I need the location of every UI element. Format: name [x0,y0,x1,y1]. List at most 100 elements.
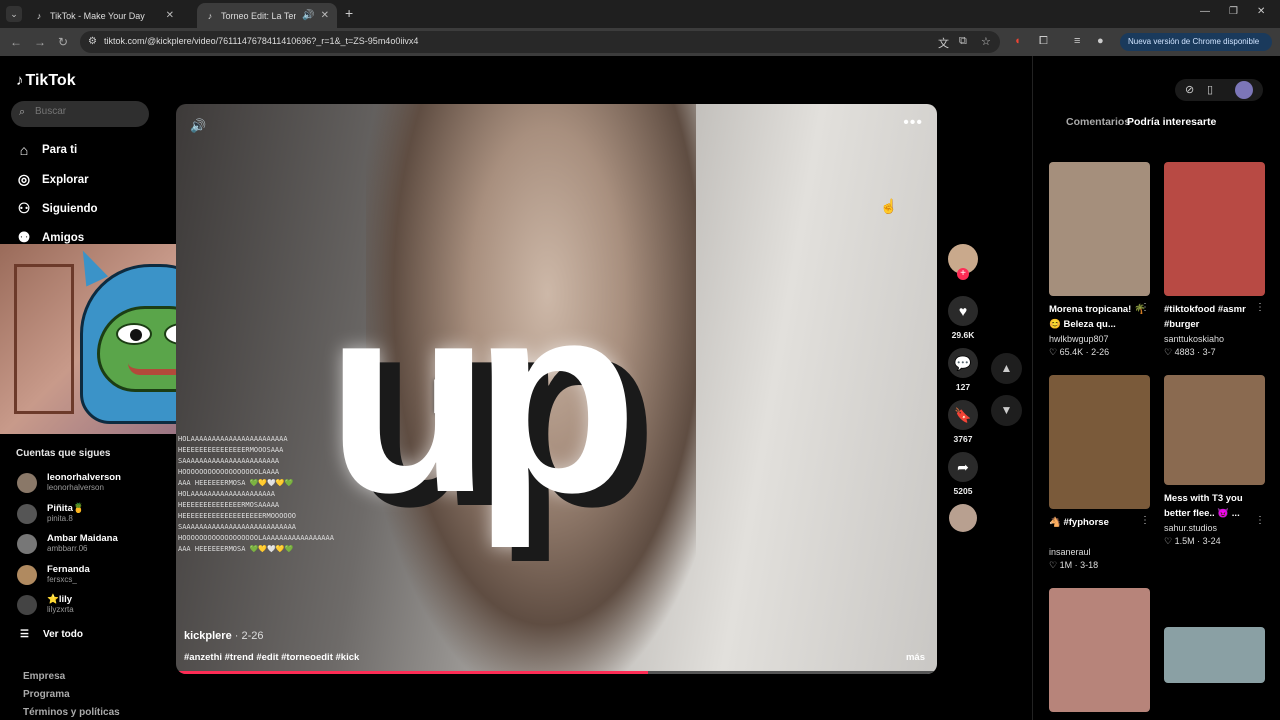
card-more-icon[interactable]: ⋮ [1140,515,1150,526]
address-bar[interactable]: ⚙ tiktok.com/@kickplere/video/7611147678… [80,31,1000,53]
video-thumbnail[interactable] [1049,588,1150,712]
next-video-chevron-down-icon[interactable]: ▼ [991,395,1022,426]
video-author[interactable]: kickplere · 2-26 [184,630,264,642]
see-all-link[interactable]: ☰ Ver todo [20,629,83,640]
close-tab-icon[interactable]: ✕ [321,10,329,21]
footer-link-empresa[interactable]: Empresa [23,671,65,682]
card-meta: ♡ 65.4K · 2-26 [1049,347,1110,357]
like-button[interactable]: ♥ 29.6K [946,296,980,340]
more-options-icon[interactable]: ••• [903,114,923,132]
video-player[interactable]: HOLAAAAAAAAAAAAAAAAAAAAAAA HEEEEEEEEEEEEE… [176,104,937,674]
creator-avatar[interactable]: + [948,244,978,280]
back-icon[interactable]: ← [10,35,22,49]
comment-count: 127 [955,382,971,392]
search-box[interactable]: ⌕ [11,101,149,127]
browser-tab-2[interactable]: ♪ Torneo Edit: La Tendencia d 🔊 ✕ [197,3,337,28]
card-more-icon[interactable]: ⋮ [1140,302,1150,313]
search-input[interactable] [35,106,135,117]
sidebar-item-siguiendo[interactable]: ⚇ Siguiendo [16,200,98,217]
previous-video-chevron-up-icon[interactable]: ▲ [991,353,1022,384]
share-icon[interactable]: ➦ [948,452,978,482]
reload-icon[interactable]: ↻ [58,35,68,49]
creator-avatar-button[interactable]: + [946,244,980,280]
recommended-video-card[interactable] [1164,627,1265,683]
close-window-icon[interactable]: ✕ [1257,6,1265,17]
browser-tab-1[interactable]: ♪ TikTok - Make Your Day ✕ [26,3,182,28]
compass-icon[interactable]: ⊘ [1185,83,1194,96]
minimize-icon[interactable]: — [1200,6,1210,17]
sidebar-item-explorar[interactable]: ◎ Explorar [16,171,89,188]
phone-icon[interactable]: ▯ [1207,83,1213,96]
card-username[interactable]: insaneraul [1049,547,1150,557]
install-app-icon[interactable]: ⧉ [959,35,967,48]
avatar [17,472,37,493]
extensions-puzzle-icon[interactable]: ⧠ [1039,35,1048,48]
recommended-video-card[interactable]: 🐴 #fyphorse insaneraul ♡ 1M · 3-18 ⋮ [1049,375,1150,571]
recommended-video-card[interactable]: #tiktokfood #asmr #burger santtukoskiaho ♡… [1164,162,1265,358]
follow-plus-icon[interactable]: + [957,268,969,280]
bookmark-star-icon[interactable]: ☆ [981,35,991,48]
account-name: Piñita🍍 [47,503,85,514]
tiktok-logo[interactable]: ♪ TikTok [16,72,76,90]
bookmark-icon[interactable]: 🔖 [948,400,978,430]
extension-red-icon[interactable]: ◖ [1014,35,1021,47]
following-icon: ⚇ [17,200,31,216]
video-thumbnail[interactable] [1049,162,1150,296]
card-username[interactable]: hwlkbwgup807 [1049,334,1150,344]
card-title[interactable]: Morena tropicana! 🌴😊 Beleza qu... [1049,302,1150,332]
translate-icon[interactable]: 文 [938,35,949,51]
comment-button[interactable]: 💬 127 [946,348,980,392]
sidebar-item-para-ti[interactable]: ⌂ Para ti [16,142,77,158]
tab-search-icon[interactable]: ⌄ [6,6,22,22]
card-title[interactable]: 🐴 #fyphorse [1049,515,1150,545]
recommended-video-card[interactable]: Mess with T3 you better flee.. 😈 ... sahu… [1164,375,1265,547]
recommended-video-card[interactable]: Morena tropicana! 🌴😊 Beleza qu... hwlkbwg… [1049,162,1150,358]
card-title[interactable]: #tiktokfood #asmr #burger [1164,302,1265,332]
followed-account[interactable]: Ambar Maidana ambbarr.06 [17,533,118,554]
save-button[interactable]: 🔖 3767 [946,400,980,444]
comment-icon[interactable]: 💬 [948,348,978,378]
volume-icon[interactable]: 🔊 [190,118,206,134]
chrome-update-button[interactable]: Nueva versión de Chrome disponible [1120,33,1272,51]
video-hashtags[interactable]: #anzethi #trend #edit #torneoedit #kick [184,652,359,663]
followed-account[interactable]: leonorhalverson leonorhalverson [17,472,121,493]
more-caption-button[interactable]: más [906,652,925,663]
video-thumbnail[interactable] [1164,627,1265,683]
author-name[interactable]: kickplere [184,630,232,642]
recommended-video-card[interactable] [1049,588,1150,712]
site-info-icon[interactable]: ⚙ [88,36,97,47]
tab-audio-icon[interactable]: 🔊 [302,10,314,21]
tab-comentarios[interactable]: Comentarios [1066,116,1130,128]
video-thumbnail[interactable] [1049,375,1150,509]
card-more-icon[interactable]: ⋮ [1255,302,1265,313]
footer-link-programa[interactable]: Programa [23,689,70,700]
url-text[interactable]: tiktok.com/@kickplere/video/761114767841… [104,36,418,46]
card-username[interactable]: sahur.studios [1164,523,1265,533]
video-progress-bar[interactable] [176,671,937,674]
new-tab-icon[interactable]: + [345,5,353,21]
card-username[interactable]: santtukoskiaho [1164,334,1265,344]
media-controls-icon[interactable]: ≡ [1074,35,1080,47]
followed-account[interactable]: ⭐lily lilyzxrta [17,594,74,615]
avatar [17,533,37,554]
music-disc-button[interactable] [946,504,980,532]
list-icon: ☰ [20,629,29,640]
video-thumbnail[interactable] [1164,375,1265,485]
card-more-icon[interactable]: ⋮ [1255,515,1265,526]
card-title[interactable]: Mess with T3 you better flee.. 😈 ... [1164,491,1265,521]
heart-icon[interactable]: ♥ [948,296,978,326]
footer-link-terminos[interactable]: Términos y políticas [23,707,120,718]
close-tab-icon[interactable]: ✕ [166,10,174,21]
profile-avatar-icon[interactable]: ● [1097,35,1104,47]
restore-icon[interactable]: ❐ [1229,6,1238,17]
video-thumbnail[interactable] [1164,162,1265,296]
sidebar-item-label: Para ti [42,144,78,156]
followed-account[interactable]: Fernanda fersxcs_ [17,564,90,585]
share-button[interactable]: ➦ 5205 [946,452,980,496]
forward-icon[interactable]: → [34,35,46,49]
user-avatar[interactable] [1235,81,1253,99]
music-disc-avatar[interactable] [949,504,977,532]
followed-account[interactable]: Piñita🍍 pinita.8 [17,503,85,524]
tab-podria-interesarte[interactable]: Podría interesarte [1127,116,1216,128]
frog-left-eye [116,323,152,345]
